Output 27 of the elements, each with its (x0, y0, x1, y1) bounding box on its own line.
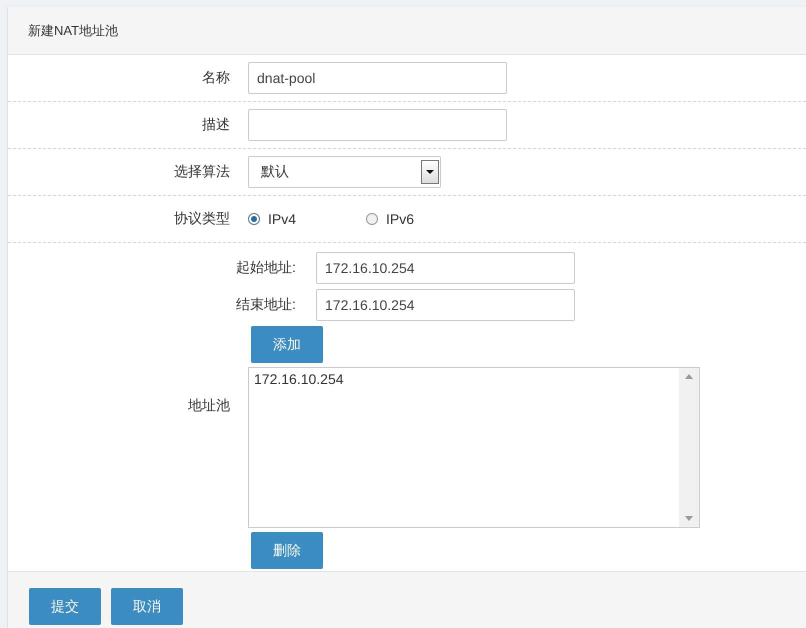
cancel-button[interactable]: 取消 (111, 588, 183, 625)
scrollbar[interactable] (679, 368, 699, 527)
address-list[interactable]: 172.16.10.254 (248, 367, 700, 528)
radio-button[interactable] (248, 213, 260, 225)
algorithm-select[interactable]: 默认 (248, 156, 441, 188)
description-field[interactable] (248, 109, 507, 141)
field-label: 地址池 (187, 396, 231, 414)
field-label: 起始地址: (236, 259, 297, 277)
field-label: 协议类型 (173, 210, 231, 228)
radio-button[interactable] (366, 213, 378, 225)
start-address-field[interactable]: 172.16.10.254 (316, 252, 575, 284)
field-label: 结束地址: (236, 296, 297, 314)
add-button[interactable]: 添加 (251, 326, 323, 363)
field-label: 选择算法 (173, 163, 231, 181)
end-address-field[interactable]: 172.16.10.254 (316, 289, 575, 321)
name-field[interactable]: dnat-pool (248, 62, 507, 94)
field-label: 描述 (201, 116, 231, 134)
panel-title: 新建NAT地址池 (28, 22, 118, 40)
submit-button[interactable]: 提交 (29, 588, 101, 625)
field-label: 名称 (201, 69, 231, 87)
scroll-up-icon[interactable] (685, 374, 693, 379)
list-item[interactable]: 172.16.10.254 (254, 371, 674, 387)
radio-label[interactable]: IPv4 (268, 211, 296, 227)
delete-button[interactable]: 删除 (251, 532, 323, 569)
scroll-down-icon[interactable] (685, 516, 693, 521)
radio-label[interactable]: IPv6 (386, 211, 414, 227)
dropdown-icon (426, 170, 434, 174)
